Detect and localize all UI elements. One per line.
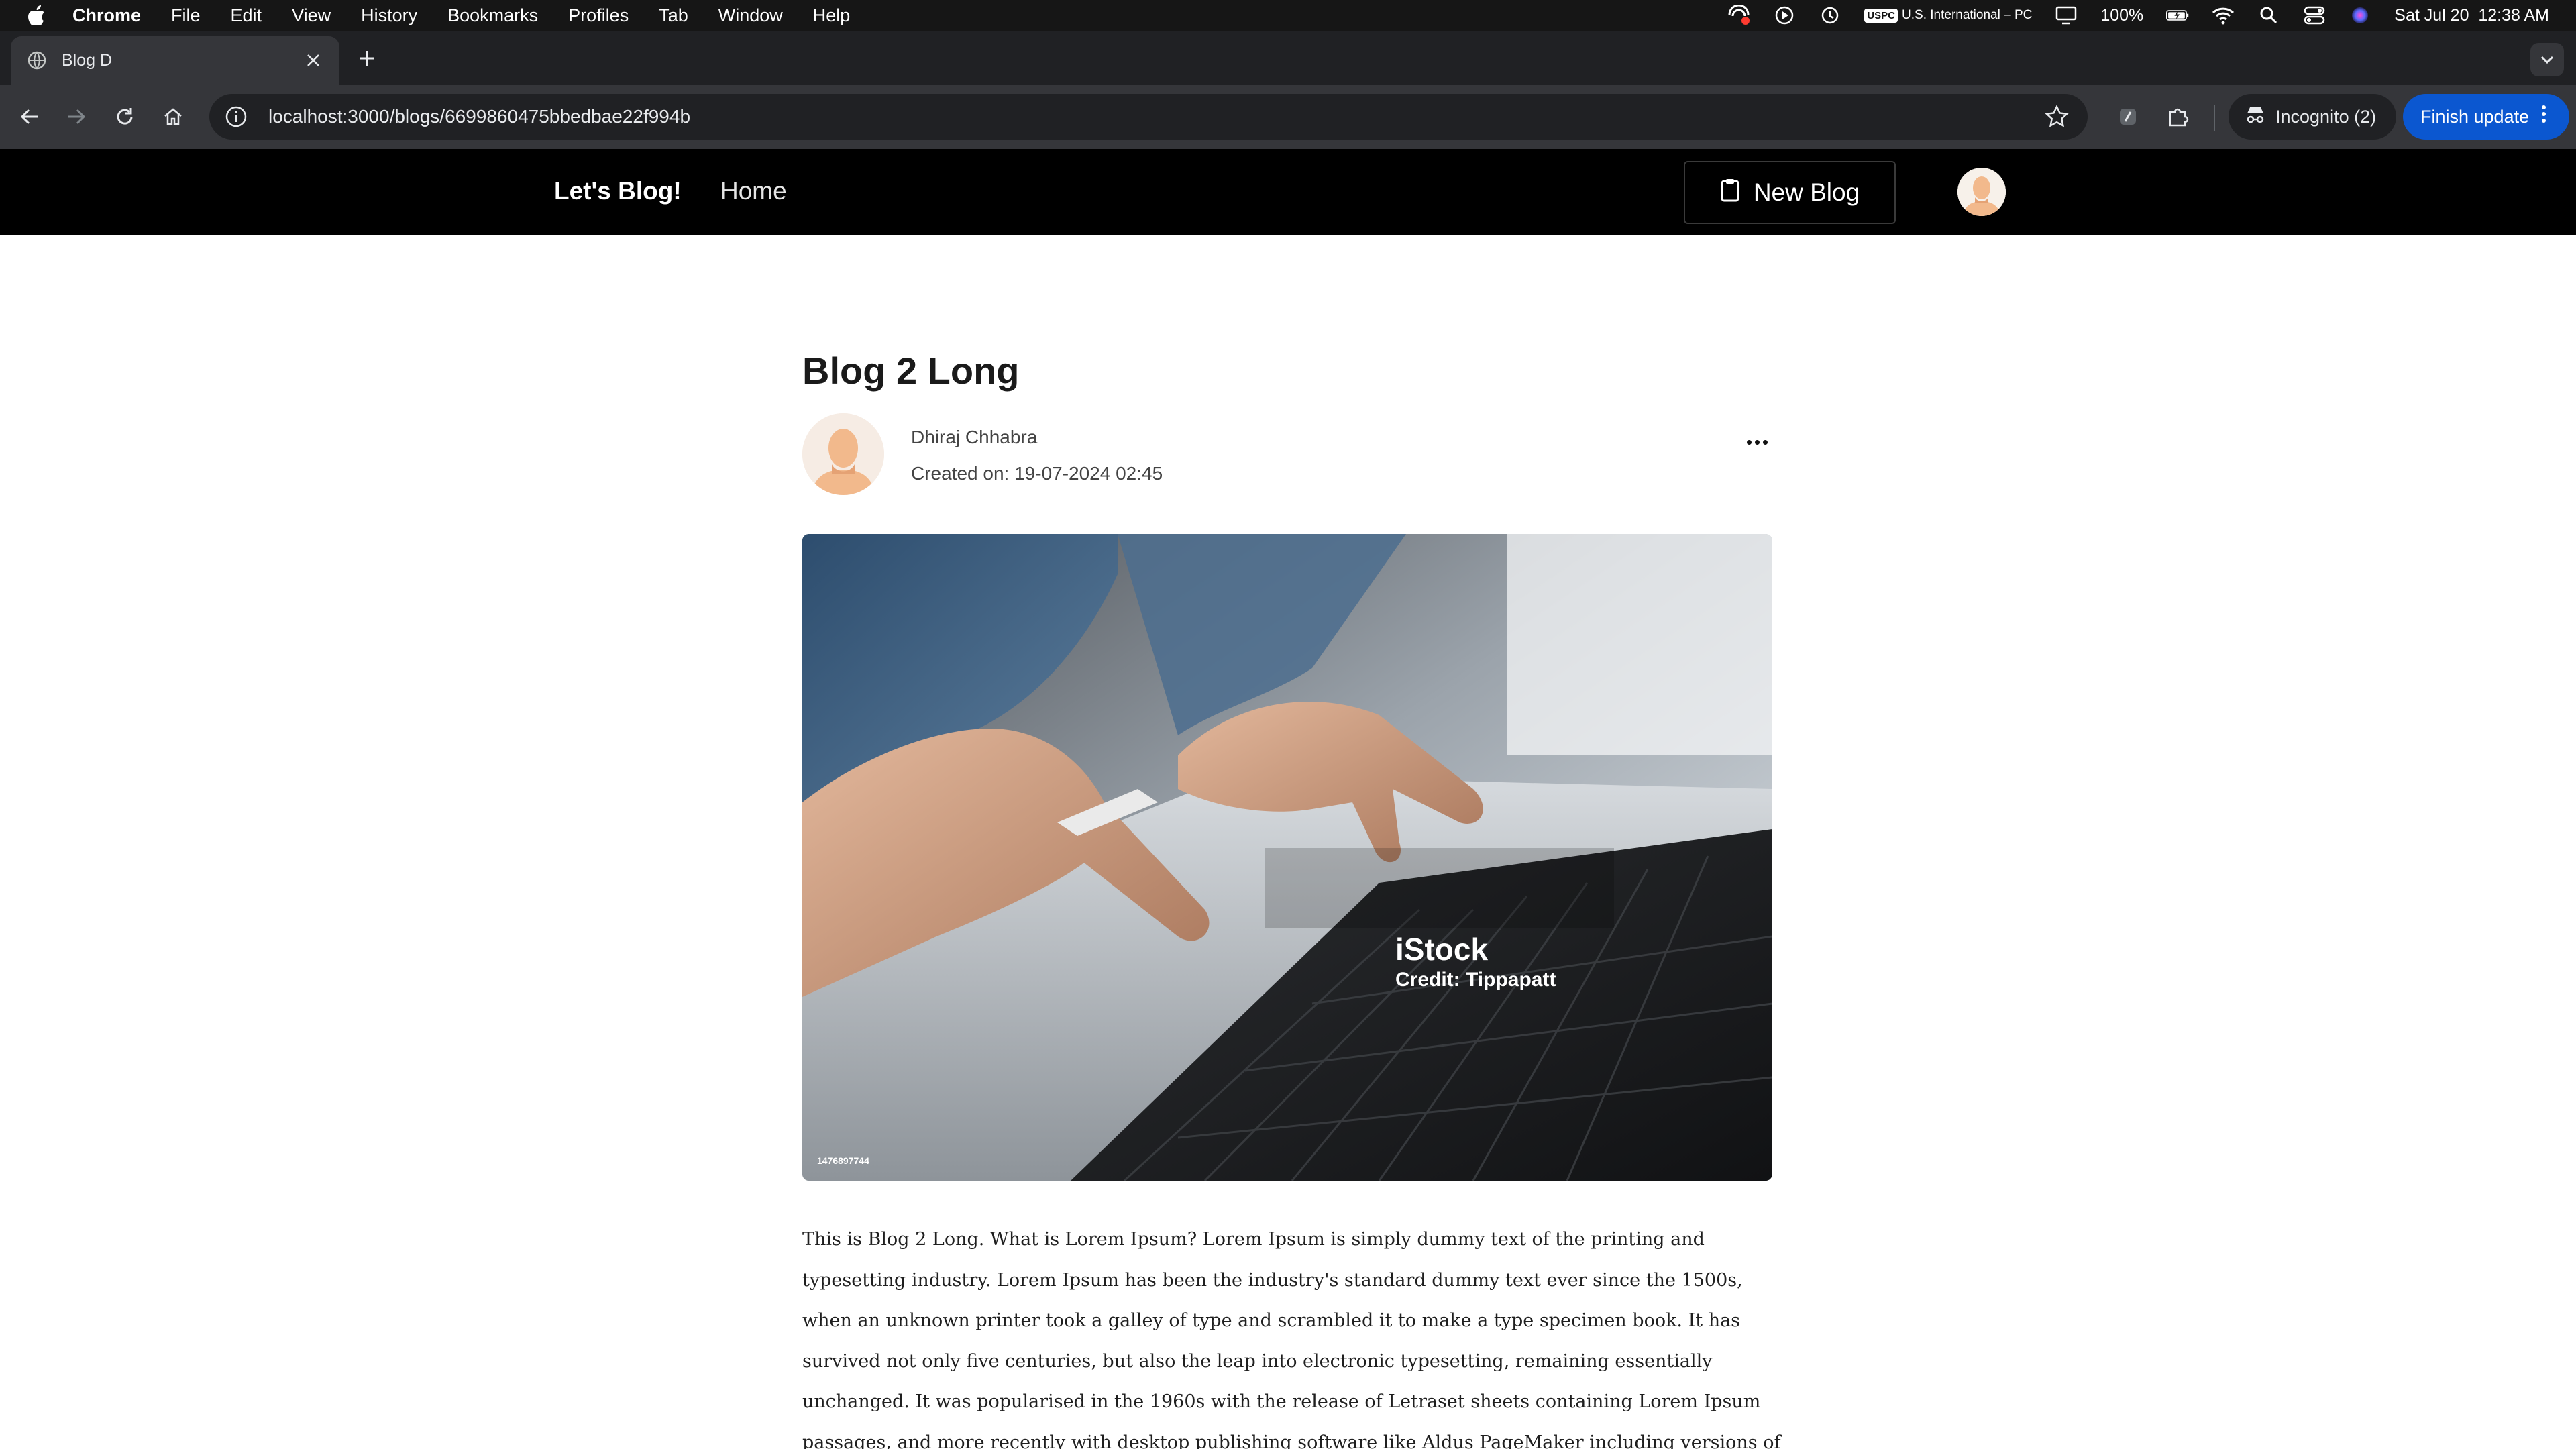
spotlight-icon[interactable] [2257,4,2280,27]
author-name[interactable]: Dhiraj Chhabra [911,427,1037,448]
menu-view[interactable]: View [292,5,331,26]
finish-update-label: Finish update [2420,106,2530,127]
finish-update-button[interactable]: Finish update [2403,94,2569,140]
created-date: Created on: 19-07-2024 02:45 [911,463,1163,484]
menu-help[interactable]: Help [813,5,851,26]
browser-tab-active[interactable]: Blog D [11,36,339,85]
menu-app-name[interactable]: Chrome [72,5,141,26]
menu-window[interactable]: Window [718,5,783,26]
siri-icon[interactable] [2349,4,2371,27]
author-avatar[interactable] [802,413,884,495]
globe-icon [27,50,47,70]
clipboard-icon [1720,178,1740,208]
date-time[interactable]: Sat Jul 20 12:38 AM [2394,6,2549,25]
incognito-label: Incognito (2) [2275,106,2377,127]
puzzle-icon[interactable] [2161,101,2194,133]
menu-file[interactable]: File [171,5,201,26]
wifi-icon[interactable] [2212,4,2235,27]
time-machine-icon[interactable] [1819,4,1841,27]
address-bar[interactable]: localhost:3000/blogs/6699860475bbedbae22… [209,94,2088,140]
browser-toolbar: localhost:3000/blogs/6699860475bbedbae22… [0,85,2576,149]
battery-icon[interactable] [2166,4,2189,27]
back-icon[interactable] [13,101,46,133]
url-text[interactable]: localhost:3000/blogs/6699860475bbedbae22… [268,106,2043,127]
site-brand[interactable]: Let's Blog! [554,177,682,205]
screen-record-icon[interactable] [1727,4,1750,27]
post-title: Blog 2 Long [802,350,1020,392]
play-icon[interactable] [1773,4,1796,27]
apple-icon[interactable] [27,5,47,25]
site-navbar: Let's Blog! Home New Blog [0,149,2576,235]
forward-icon[interactable] [60,101,93,133]
macos-menu-bar: Chrome File Edit View History Bookmarks … [0,0,2576,31]
browser-tab-strip: Blog D [0,31,2576,85]
more-icon[interactable] [1743,432,1771,452]
incognito-button[interactable]: Incognito (2) [2229,94,2396,140]
control-center-icon[interactable] [2303,4,2326,27]
status-area: USPC U.S. International – PC 100% Sat Ju… [1727,0,2549,31]
watermark-brand: iStock [1395,932,1489,967]
input-source-label: U.S. International – PC [1902,8,2033,22]
incognito-icon [2245,105,2266,129]
chevron-down-icon[interactable] [2530,43,2564,76]
tab-title: Blog D [62,50,113,70]
reload-icon[interactable] [109,101,141,133]
menu-tab[interactable]: Tab [659,5,688,26]
menu-bookmarks[interactable]: Bookmarks [447,5,538,26]
image-watermark: iStock Credit: Tippapatt [1395,931,1556,991]
post-body: This is Blog 2 Long. What is Lorem Ipsum… [802,1229,1781,1449]
new-blog-label: New Blog [1753,178,1860,206]
nav-home-link[interactable]: Home [720,177,787,205]
more-vertical-icon [2541,104,2546,129]
menu-edit[interactable]: Edit [231,5,262,26]
user-avatar[interactable] [1957,168,2006,216]
new-blog-button[interactable]: New Blog [1684,161,1896,224]
display-icon[interactable] [2055,4,2078,27]
watermark-credit: Credit: Tippapatt [1395,969,1556,991]
input-source-indicator[interactable]: USPC U.S. International – PC [1864,8,2032,23]
menu-history[interactable]: History [361,5,417,26]
battery-percent: 100% [2100,5,2144,25]
plus-icon[interactable] [350,42,384,75]
star-icon[interactable] [2043,103,2070,130]
input-source-badge: USPC [1864,8,1898,23]
menu-profiles[interactable]: Profiles [568,5,629,26]
close-icon[interactable] [303,50,323,70]
image-id: 1476897744 [817,1155,869,1166]
home-icon[interactable] [157,101,189,133]
extension-icon[interactable] [2112,101,2144,133]
info-icon[interactable] [224,105,248,129]
post-cover-image [802,534,1772,1181]
toolbar-divider [2214,105,2215,131]
